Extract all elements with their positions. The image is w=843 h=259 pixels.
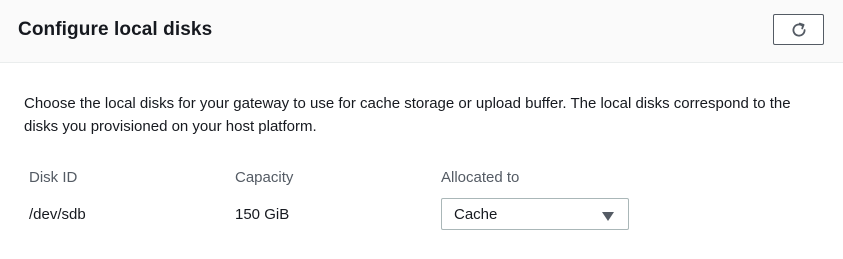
column-header-allocated-to: Allocated to: [441, 169, 520, 186]
description-text: Choose the local disks for your gateway …: [24, 95, 791, 135]
capacity-cell: 150 GiB: [235, 206, 290, 223]
allocated-to-selected-value: Cache: [454, 206, 498, 223]
allocated-to-select[interactable]: Cache: [441, 198, 629, 230]
refresh-button[interactable]: [773, 14, 824, 45]
panel-header: Configure local disks: [0, 0, 843, 63]
column-header-capacity: Capacity: [235, 169, 294, 186]
column-header-disk-id: Disk ID: [29, 169, 78, 186]
refresh-icon: [790, 21, 808, 39]
disk-id-cell: /dev/sdb: [29, 206, 86, 223]
panel-title: Configure local disks: [18, 19, 213, 40]
configure-local-disks-panel: Configure local disks Choose the local d…: [0, 0, 843, 259]
caret-down-icon: [602, 209, 614, 227]
